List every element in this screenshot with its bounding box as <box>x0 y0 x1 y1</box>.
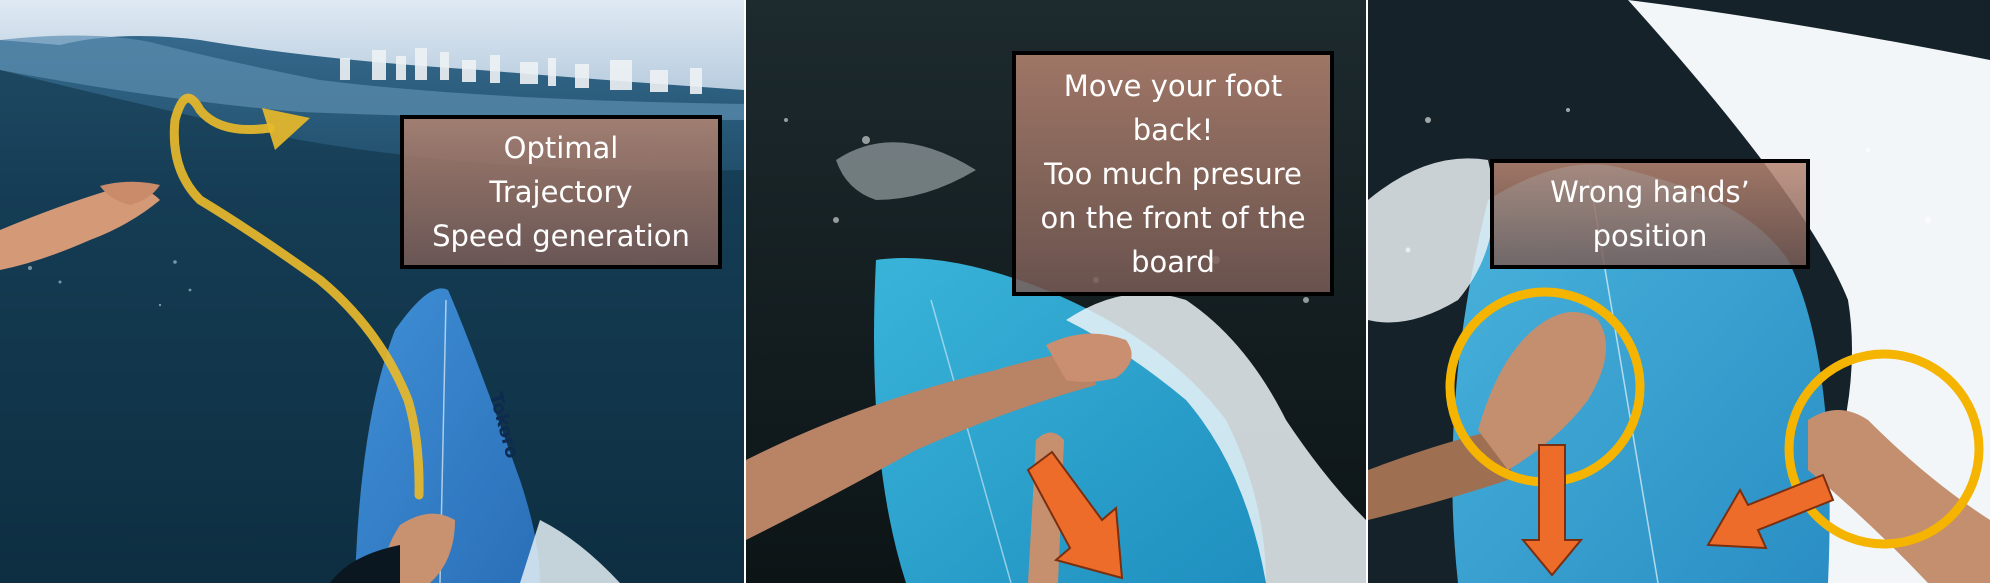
caption-line: Optimal <box>503 131 619 165</box>
caption-line: board <box>1131 244 1215 279</box>
caption-line: position <box>1592 219 1708 253</box>
caption-line: on the front of the <box>1040 200 1306 235</box>
caption-foot-position: Move your foot back! Too much presure on… <box>1012 51 1334 296</box>
caption-trajectory: Optimal Trajectory Speed generation <box>400 115 722 269</box>
caption-line: Trajectory <box>489 175 633 209</box>
caption-line: Speed generation <box>432 219 690 253</box>
caption-hands-position: Wrong hands’ position <box>1490 159 1810 269</box>
caption-line: back! <box>1132 112 1214 147</box>
trajectory-arrow-icon <box>169 93 424 500</box>
caption-line: Too much presure <box>1044 156 1302 191</box>
photo-panel-hands-position <box>1368 0 1990 583</box>
caption-line: Wrong hands’ <box>1550 175 1750 209</box>
photo-panel-trajectory: Tokoro <box>0 0 744 583</box>
caption-line: Move your foot <box>1063 68 1283 103</box>
left-arrow-icon <box>1706 473 1835 550</box>
